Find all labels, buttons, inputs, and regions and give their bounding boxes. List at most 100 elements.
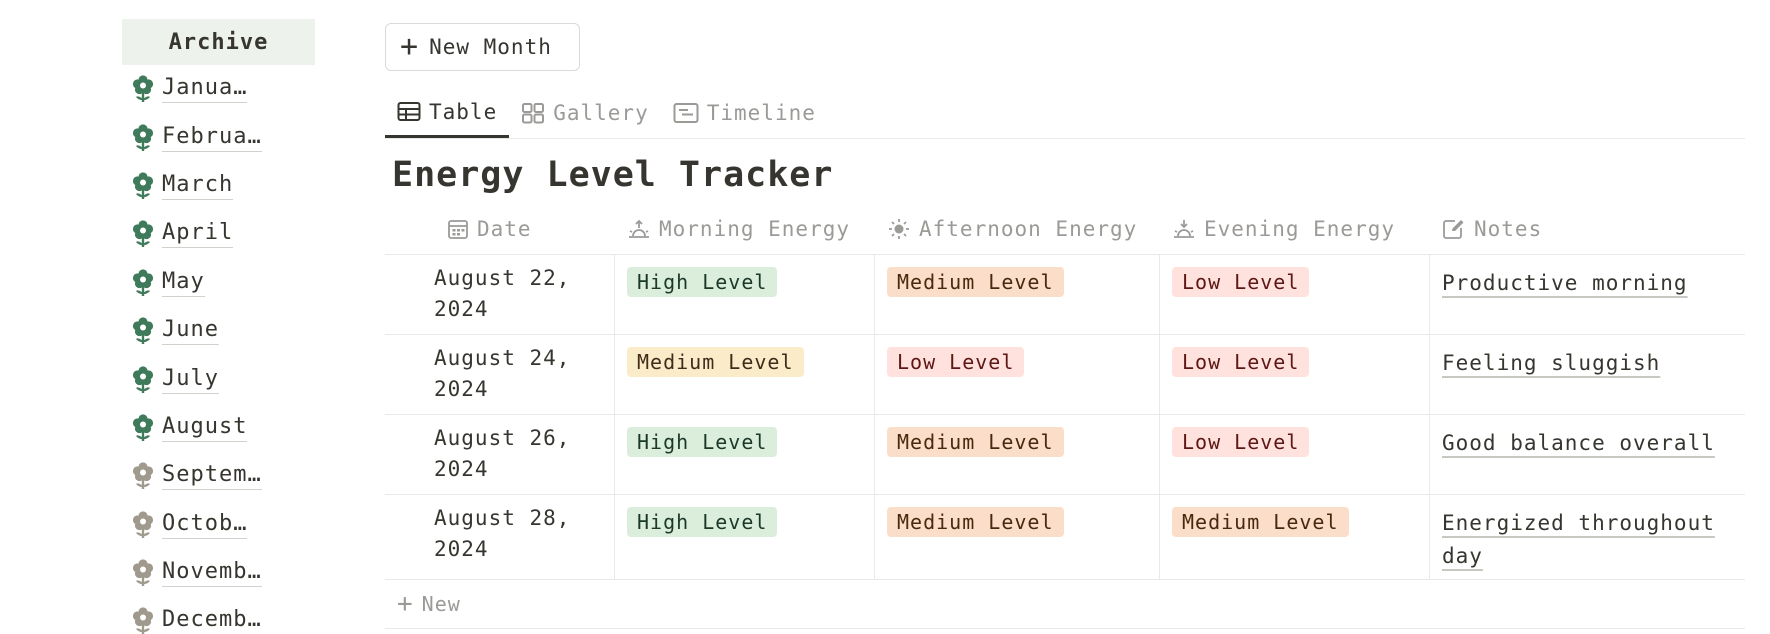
sidebar-month-item[interactable]: August [122, 404, 315, 452]
date-year: 2024 [434, 377, 489, 401]
afternoon-energy-cell[interactable]: Medium Level [875, 255, 1160, 334]
view-tabs: Table Gallery Timeline [385, 88, 1745, 139]
table-row[interactable]: August 26, 2024 High Level Medium Level Low … [385, 415, 1745, 495]
tab-table[interactable]: Table [385, 88, 510, 138]
sidebar-month-item[interactable]: Februa… [122, 113, 315, 161]
tab-gallery[interactable]: Gallery [509, 88, 661, 138]
new-row-button[interactable]: + New [385, 580, 1745, 629]
evening-energy-cell[interactable]: Low Level [1160, 255, 1430, 334]
gallery-icon [522, 103, 545, 124]
sidebar-month-label: April [162, 220, 234, 249]
sidebar-month-item[interactable]: June [122, 307, 315, 355]
energy-level-tag: Low Level [1172, 267, 1310, 297]
tab-table-label: Table [429, 99, 498, 124]
archive-header[interactable]: Archive [122, 19, 315, 65]
table-row[interactable]: August 28, 2024 High Level Medium Level Medi… [385, 495, 1745, 580]
sidebar-month-label: Novemb… [162, 559, 262, 588]
column-header-notes[interactable]: Notes [1430, 204, 1745, 254]
flower-icon [132, 607, 154, 634]
table-body: August 22, 2024 High Level Medium Level Low … [385, 255, 1745, 580]
page-title: Energy Level Tracker [392, 155, 834, 195]
sidebar-month-item[interactable]: Novemb… [122, 549, 315, 597]
flower-icon [132, 414, 154, 441]
sidebar-month-label: March [162, 172, 234, 200]
timeline-icon [673, 103, 699, 123]
evening-energy-cell[interactable]: Medium Level [1160, 495, 1430, 579]
date-cell[interactable]: August 24, 2024 [385, 335, 615, 414]
flower-icon [132, 462, 154, 490]
sidebar-month-item[interactable]: May [122, 259, 315, 307]
energy-level-tag: Medium Level [627, 347, 804, 377]
sidebar-month-label: Decemb… [162, 607, 262, 634]
energy-level-tag: Medium Level [1172, 507, 1349, 537]
morning-energy-cell[interactable]: High Level [615, 415, 875, 494]
evening-energy-cell[interactable]: Low Level [1160, 335, 1430, 414]
edit-icon [1443, 220, 1464, 239]
note-text: Productive morning [1442, 271, 1688, 295]
tab-timeline[interactable]: Timeline [661, 88, 828, 138]
sidebar-month-label: May [162, 269, 205, 297]
sidebar-month-item[interactable]: July [122, 355, 315, 403]
notes-cell[interactable]: Productive morning [1430, 255, 1745, 334]
morning-energy-cell[interactable]: Medium Level [615, 335, 875, 414]
column-header-afternoon[interactable]: Afternoon Energy [875, 204, 1160, 254]
plus-icon: + [397, 589, 414, 619]
date-cell[interactable]: August 28, 2024 [385, 495, 615, 579]
archive-sidebar: Archive Janua… Februa… March April May June Ju… [122, 19, 315, 634]
table-header: Date Morning Energy Afternoon Energy Eve… [385, 204, 1745, 255]
new-month-button[interactable]: + New Month [385, 23, 580, 71]
date-line: August 22, [434, 266, 571, 290]
sidebar-month-label: August [162, 414, 248, 442]
month-list: Janua… Februa… March April May June July August… [122, 65, 315, 634]
column-label-notes: Notes [1474, 217, 1543, 241]
energy-level-tag: Medium Level [887, 507, 1064, 537]
sidebar-month-label: Februa… [162, 124, 262, 152]
flower-icon [132, 220, 154, 248]
sidebar-month-item[interactable]: Octob… [122, 501, 315, 549]
energy-level-tag: Low Level [887, 347, 1025, 377]
column-header-date[interactable]: Date [385, 204, 615, 254]
sidebar-month-item[interactable]: Decemb… [122, 597, 315, 634]
plus-icon: + [400, 29, 420, 64]
date-year: 2024 [434, 537, 489, 561]
notes-cell[interactable]: Energized throughout day [1430, 495, 1745, 579]
new-row-label: New [421, 592, 461, 616]
calendar-icon [448, 220, 468, 239]
morning-energy-cell[interactable]: High Level [615, 495, 875, 579]
date-year: 2024 [434, 457, 489, 481]
morning-energy-cell[interactable]: High Level [615, 255, 875, 334]
sidebar-month-label: Septem… [162, 462, 262, 491]
table-row[interactable]: August 24, 2024 Medium Level Low Level Low L… [385, 335, 1745, 415]
date-line: August 24, [434, 346, 571, 370]
afternoon-energy-cell[interactable]: Medium Level [875, 415, 1160, 494]
sidebar-month-item[interactable]: Janua… [122, 65, 315, 113]
energy-level-tag: Medium Level [887, 267, 1064, 297]
notes-cell[interactable]: Feeling sluggish [1430, 335, 1745, 414]
note-text: Feeling sluggish [1442, 351, 1661, 375]
date-cell[interactable]: August 26, 2024 [385, 415, 615, 494]
table-icon [397, 101, 421, 121]
sidebar-month-item[interactable]: Septem… [122, 452, 315, 500]
sidebar-month-item[interactable]: March [122, 162, 315, 210]
energy-level-tag: Low Level [1172, 427, 1310, 457]
date-cell[interactable]: August 22, 2024 [385, 255, 615, 334]
sidebar-month-item[interactable]: April [122, 210, 315, 258]
sunrise-icon [629, 219, 649, 238]
sidebar-month-label: June [162, 317, 219, 346]
afternoon-energy-cell[interactable]: Low Level [875, 335, 1160, 414]
energy-table: Date Morning Energy Afternoon Energy Eve… [385, 204, 1745, 629]
column-header-morning[interactable]: Morning Energy [615, 204, 875, 254]
flower-icon [132, 559, 154, 587]
energy-level-tag: Low Level [1172, 347, 1310, 377]
flower-icon [132, 172, 154, 199]
new-month-label: New Month [429, 35, 552, 59]
column-label-evening: Evening Energy [1204, 217, 1396, 241]
table-row[interactable]: August 22, 2024 High Level Medium Level Low … [385, 255, 1745, 335]
column-header-evening[interactable]: Evening Energy [1160, 204, 1430, 254]
column-label-afternoon: Afternoon Energy [919, 217, 1138, 241]
notes-cell[interactable]: Good balance overall [1430, 415, 1745, 494]
flower-icon [132, 123, 154, 151]
evening-energy-cell[interactable]: Low Level [1160, 415, 1430, 494]
afternoon-energy-cell[interactable]: Medium Level [875, 495, 1160, 579]
flower-icon [132, 75, 154, 103]
